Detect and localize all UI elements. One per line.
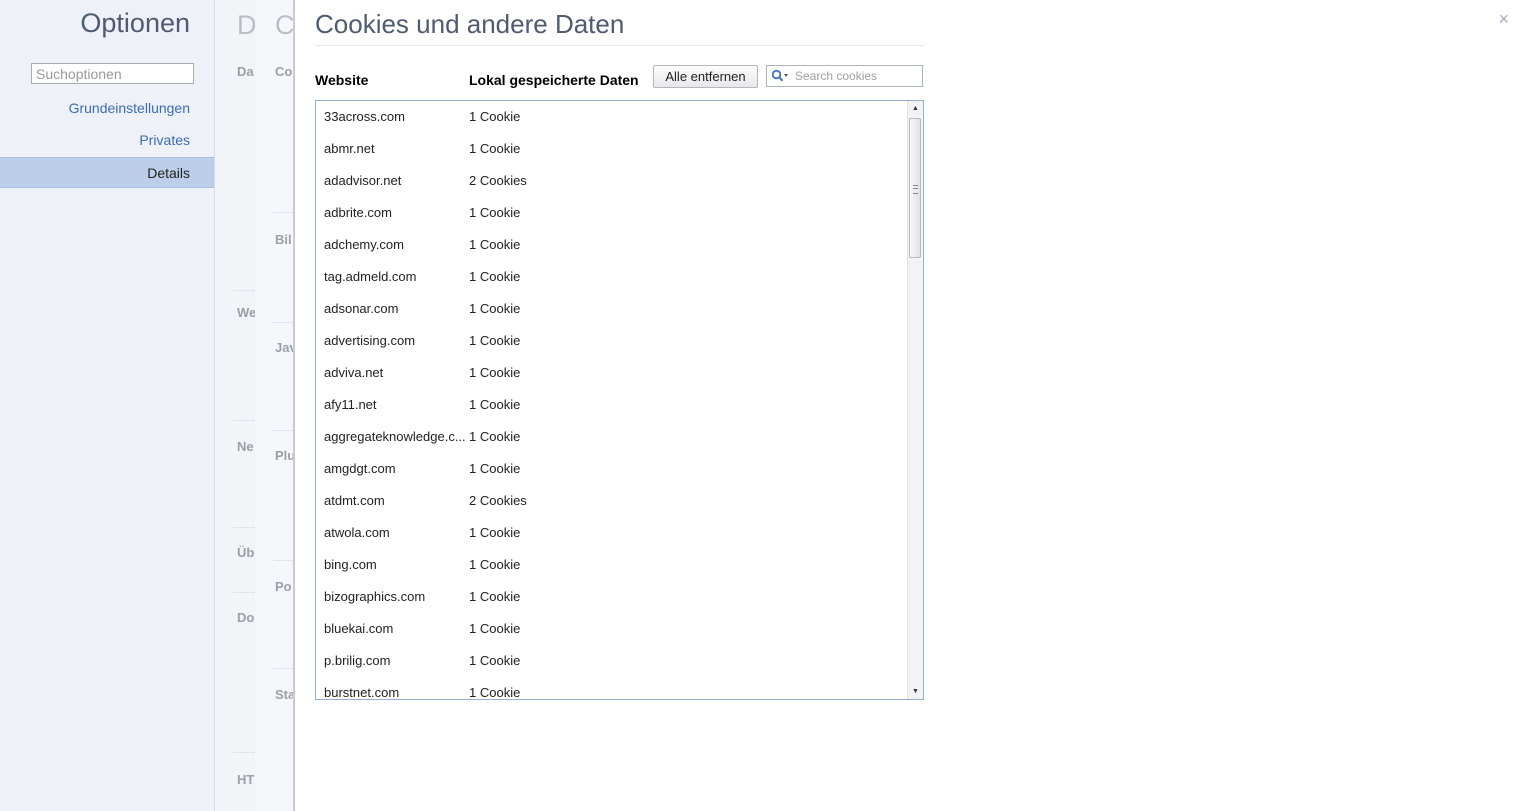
cookie-search-field[interactable] [766,65,923,87]
cookie-site: bizographics.com [324,589,426,604]
cookie-site: atwola.com [324,525,390,540]
cookie-count: 1 Cookie [469,589,521,604]
cookie-count: 1 Cookie [469,237,521,252]
dialog-title: Cookies und andere Daten [315,9,625,39]
divider [233,420,255,421]
cookie-count: 1 Cookie [469,429,521,444]
cookie-site: adsonar.com [324,301,399,316]
background-label: Po [275,579,292,594]
background-page-1: D Da We Ne Üb Do HT [215,0,256,811]
cookie-site: adbrite.com [324,205,392,220]
background-page-2: C Co Bil Jav Plu Po Sta [255,0,295,811]
cookie-count: 2 Cookies [469,173,527,188]
cookie-count: 1 Cookie [469,109,521,124]
background-page-2-title: C [275,10,295,40]
options-sidebar: Optionen Grundeinstellungen Privates Det… [0,0,215,811]
background-label: Bil [275,232,292,247]
cookie-site: 33across.com [324,109,405,124]
cookie-site: adviva.net [324,365,384,380]
list-scrollbar[interactable]: ▲ ▼ [907,101,923,699]
cookie-search-input[interactable] [795,68,920,84]
cookie-site: adchemy.com [324,237,404,252]
cookie-count: 1 Cookie [469,365,521,380]
background-label: Da [237,64,254,79]
divider [233,592,255,593]
background-page-1-title: D [237,10,256,40]
cookie-site: burstnet.com [324,685,400,700]
scroll-down-icon[interactable]: ▼ [908,684,923,699]
background-label: HT [237,772,255,787]
column-header-local-data: Lokal gespeicherte Daten [469,72,639,88]
close-icon[interactable]: × [1498,9,1509,30]
cookie-count: 1 Cookie [469,333,521,348]
cookie-count: 1 Cookie [469,205,521,220]
column-header-website: Website [315,72,369,88]
background-label: Üb [237,545,255,560]
remove-all-button[interactable]: Alle entfernen [653,65,758,88]
sidebar-title: Optionen [80,8,190,38]
cookie-count: 1 Cookie [469,301,521,316]
divider [273,430,293,431]
cookie-count: 1 Cookie [469,141,521,156]
cookie-site: amgdgt.com [324,461,396,476]
background-label: We [237,305,256,320]
cookie-site: atdmt.com [324,493,385,508]
cookie-site: p.brilig.com [324,653,391,668]
cookie-count: 1 Cookie [469,269,521,284]
background-label: Plu [275,448,295,463]
divider [273,560,293,561]
cookie-site: abmr.net [324,141,375,156]
background-label: Do [237,610,255,625]
divider [233,752,255,753]
divider [273,322,293,323]
cookie-count: 2 Cookies [469,493,527,508]
cookie-site: afy11.net [324,397,377,412]
cookie-list[interactable]: 33across.com 1 Cookie abmr.net 1 Cookie … [315,100,924,700]
sidebar-item-grundeinstellungen[interactable]: Grundeinstellungen [69,100,190,116]
search-icon [771,69,788,82]
background-label: Jav [275,340,295,355]
cookie-count: 1 Cookie [469,653,521,668]
divider [233,290,255,291]
divider [273,212,293,213]
cookie-count: 1 Cookie [469,557,521,572]
grip-icon [913,185,918,194]
cookie-site: bing.com [324,557,377,572]
cookie-count: 1 Cookie [469,621,521,636]
background-label: Sta [275,687,295,702]
cookie-site: advertising.com [324,333,416,348]
sidebar-item-details[interactable]: Details [0,157,214,188]
scroll-up-icon[interactable]: ▲ [908,101,923,116]
divider [233,527,255,528]
cookie-count: 1 Cookie [469,685,521,700]
sidebar-item-privates[interactable]: Privates [139,132,190,148]
cookie-site: aggregateknowledge.c... [324,429,466,444]
options-search-input[interactable] [31,63,194,84]
scrollbar-thumb[interactable] [909,118,921,258]
cookie-site: bluekai.com [324,621,394,636]
background-label: Ne [237,439,254,454]
divider [273,668,293,669]
cookie-count: 1 Cookie [469,525,521,540]
cookie-count: 1 Cookie [469,397,521,412]
cookies-dialog: × Cookies und andere Daten Website Lokal… [295,0,1531,811]
cookie-site: tag.admeld.com [324,269,417,284]
background-label: Co [275,64,293,79]
cookie-site: adadvisor.net [324,173,402,188]
cookie-count: 1 Cookie [469,461,521,476]
title-divider [315,45,924,46]
